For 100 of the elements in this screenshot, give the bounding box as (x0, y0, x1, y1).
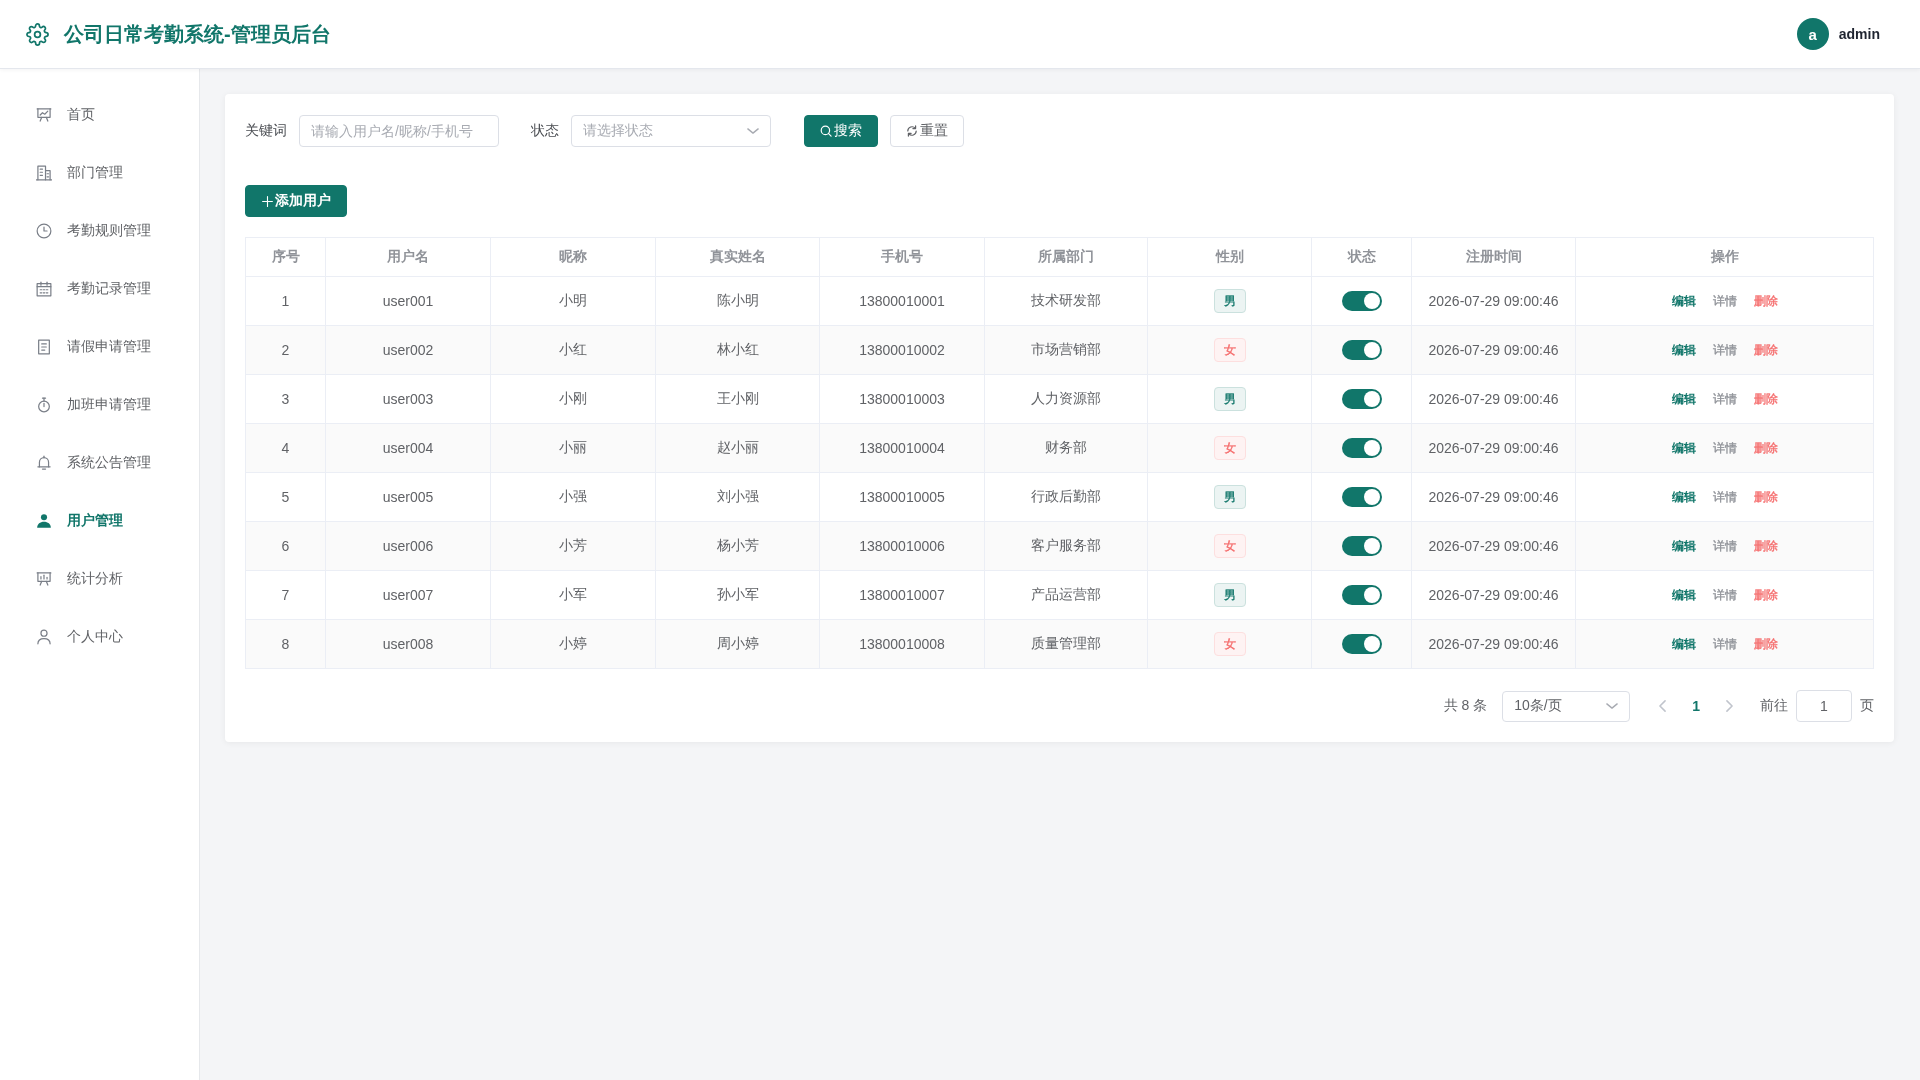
table-cell: 技术研发部 (984, 276, 1148, 326)
stopwatch-icon (36, 397, 52, 413)
table-cell: 2026-07-29 09:00:46 (1411, 374, 1576, 424)
reset-button[interactable]: 重置 (890, 115, 964, 147)
gender-tag: 女 (1213, 632, 1246, 656)
action-link[interactable]: 详情 (1712, 537, 1737, 555)
calendar-icon (36, 281, 52, 297)
column-header: 序号 (245, 237, 326, 277)
table-cell: 小明 (490, 276, 656, 326)
action-link[interactable]: 删除 (1753, 537, 1778, 555)
avatar[interactable]: a (1796, 18, 1829, 50)
sidebar-item[interactable]: 系统公告管理 (36, 454, 151, 472)
table-cell: 2026-07-29 09:00:46 (1411, 521, 1576, 571)
action-link[interactable]: 详情 (1712, 635, 1737, 653)
user-name[interactable]: admin (1838, 26, 1880, 42)
clock-icon (36, 223, 52, 239)
table-cell: 13800010006 (819, 521, 985, 571)
action-link[interactable]: 编辑 (1671, 390, 1696, 408)
status-toggle[interactable] (1341, 389, 1382, 409)
action-link[interactable]: 详情 (1712, 390, 1737, 408)
action-link[interactable]: 编辑 (1671, 586, 1696, 604)
sidebar-item[interactable]: 请假申请管理 (36, 338, 151, 356)
sidebar-item[interactable]: 考勤记录管理 (36, 280, 151, 298)
table-cell: 3 (245, 374, 326, 424)
column-header: 真实姓名 (655, 237, 820, 277)
search-icon (820, 125, 832, 137)
keyword-field[interactable]: 请输入用户名/昵称/手机号 (299, 115, 499, 147)
status-label: 状态 (531, 122, 559, 140)
table-cell: 行政后勤部 (984, 472, 1148, 522)
action-link[interactable]: 删除 (1753, 390, 1778, 408)
sidebar-item[interactable]: 加班申请管理 (36, 396, 151, 414)
table-cell: 陈小明 (655, 276, 820, 326)
table-cell: 杨小芳 (655, 521, 820, 571)
table-cell: user005 (325, 472, 491, 522)
sidebar-item[interactable]: 考勤规则管理 (36, 222, 151, 240)
table-cell: 8 (245, 619, 326, 669)
action-link[interactable]: 删除 (1753, 635, 1778, 653)
sidebar-item[interactable]: 部门管理 (36, 164, 123, 182)
table-cell: 13800010003 (819, 374, 985, 424)
column-header: 注册时间 (1411, 237, 1576, 277)
action-link[interactable]: 详情 (1712, 488, 1737, 506)
table-cell: 13800010005 (819, 472, 985, 522)
status-toggle[interactable] (1341, 585, 1382, 605)
gender-tag: 男 (1213, 583, 1246, 607)
action-link[interactable]: 详情 (1712, 292, 1737, 310)
table-cell: 2026-07-29 09:00:46 (1411, 570, 1576, 620)
bell-icon (36, 455, 52, 471)
status-toggle[interactable] (1341, 340, 1382, 360)
page-input[interactable]: 1 (1796, 690, 1852, 722)
action-link[interactable]: 编辑 (1671, 292, 1696, 310)
sidebar-item[interactable]: 首页 (36, 106, 95, 124)
action-link[interactable]: 编辑 (1671, 537, 1696, 555)
action-link[interactable]: 详情 (1712, 439, 1737, 457)
action-link[interactable]: 删除 (1753, 586, 1778, 604)
sidebar-item[interactable]: 用户管理 (36, 512, 123, 530)
column-header: 性别 (1147, 237, 1312, 277)
status-toggle[interactable] (1341, 536, 1382, 556)
status-toggle[interactable] (1341, 634, 1382, 654)
table-cell: 4 (245, 423, 326, 473)
action-link[interactable]: 删除 (1753, 341, 1778, 359)
table-cell: 2026-07-29 09:00:46 (1411, 325, 1576, 375)
status-toggle[interactable] (1341, 438, 1382, 458)
add-user-button[interactable]: 添加用户 (245, 185, 347, 217)
action-link[interactable]: 删除 (1753, 488, 1778, 506)
table-cell: 市场营销部 (984, 325, 1148, 375)
page-number[interactable]: 1 (1692, 698, 1700, 714)
refresh-icon (906, 125, 918, 137)
action-link[interactable]: 删除 (1753, 439, 1778, 457)
table-cell: 2 (245, 325, 326, 375)
gender-tag: 女 (1213, 436, 1246, 460)
search-button[interactable]: 搜索 (804, 115, 878, 147)
table-cell: 财务部 (984, 423, 1148, 473)
table-cell: 13800010008 (819, 619, 985, 669)
table-cell: 小丽 (490, 423, 656, 473)
table-cell: user002 (325, 325, 491, 375)
status-toggle[interactable] (1341, 291, 1382, 311)
settings-icon (26, 22, 49, 46)
table-cell: 刘小强 (655, 472, 820, 522)
page-size-select[interactable]: 10条/页 (1502, 690, 1631, 722)
action-link[interactable]: 编辑 (1671, 635, 1696, 653)
table-cell: user004 (325, 423, 491, 473)
sidebar-item[interactable]: 统计分析 (36, 570, 123, 588)
table-cell: 13800010007 (819, 570, 985, 620)
action-link[interactable]: 编辑 (1671, 439, 1696, 457)
table-cell: 2026-07-29 09:00:46 (1411, 472, 1576, 522)
building-icon (36, 165, 52, 181)
action-link[interactable]: 详情 (1712, 586, 1737, 604)
table-cell: 13800010002 (819, 325, 985, 375)
column-header: 操作 (1575, 237, 1874, 277)
status-toggle[interactable] (1341, 487, 1382, 507)
action-link[interactable]: 编辑 (1671, 488, 1696, 506)
goto-label: 前往 (1760, 697, 1788, 715)
action-link[interactable]: 编辑 (1671, 341, 1696, 359)
table-cell: user008 (325, 619, 491, 669)
table-cell: user006 (325, 521, 491, 571)
table-cell: 6 (245, 521, 326, 571)
table-cell: 小刚 (490, 374, 656, 424)
sidebar-item[interactable]: 个人中心 (36, 628, 123, 646)
action-link[interactable]: 删除 (1753, 292, 1778, 310)
action-link[interactable]: 详情 (1712, 341, 1737, 359)
